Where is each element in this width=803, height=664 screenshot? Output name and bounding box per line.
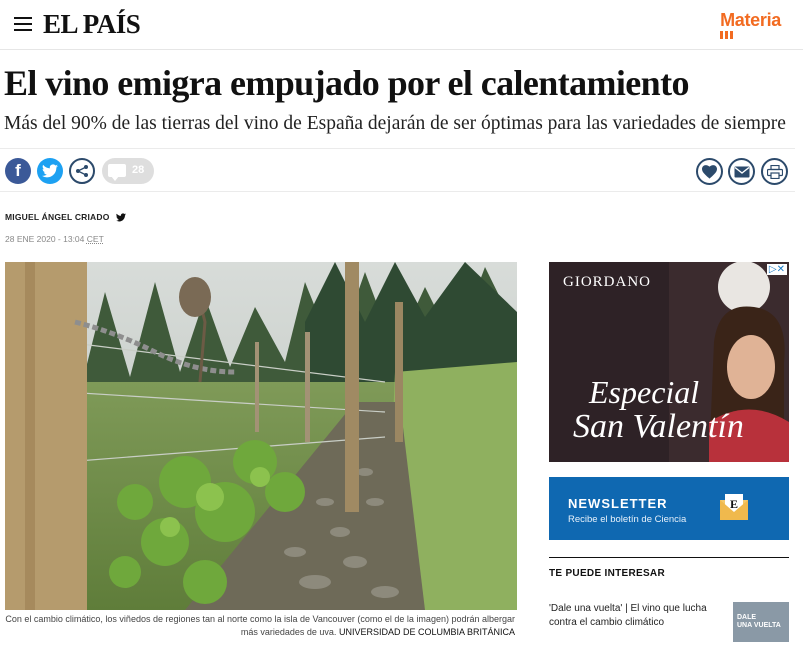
print-icon: [766, 164, 783, 179]
photo-credit: UNIVERSIDAD DE COLUMBIA BRITÁNICA: [338, 627, 515, 637]
author-name[interactable]: MIGUEL ÁNGEL CRIADO: [5, 212, 110, 222]
print-button[interactable]: [761, 158, 788, 185]
site-header: EL PAÍS Materia: [0, 0, 803, 50]
thumb-label-1: DALE: [737, 614, 757, 621]
ad-headline-line1: Especial: [589, 374, 700, 410]
save-favorite-button[interactable]: [696, 158, 723, 185]
article-subtitle: Más del 90% de las tierras del vino de E…: [4, 113, 786, 134]
facebook-icon: f: [15, 161, 21, 180]
comments-button[interactable]: 28: [102, 158, 154, 184]
publish-date: 28 ENE 2020 - 13:04 CET: [5, 234, 104, 244]
newsletter-banner[interactable]: NEWSLETTER Recibe el boletín de Ciencia …: [549, 477, 789, 540]
ad-headline-line2: San Valentín: [573, 408, 744, 445]
article-title: El vino emigra empujado por el calentami…: [4, 63, 689, 103]
comment-count: 28: [132, 164, 145, 176]
share-button[interactable]: [69, 158, 95, 184]
twitter-icon: [42, 164, 58, 178]
site-logo[interactable]: EL PAÍS: [43, 9, 141, 40]
share-bar: f 28: [0, 148, 795, 192]
section-logo[interactable]: Materia: [720, 10, 781, 39]
ad-brand: GIORDANO: [563, 274, 651, 290]
publish-date-text: 28 ENE 2020 - 13:04: [5, 234, 85, 244]
envelope-icon: E: [720, 494, 748, 520]
section-logo-bars: [720, 31, 734, 39]
related-heading: TE PUEDE INTERESAR: [549, 568, 665, 579]
thumb-label-2: UNA VUELTA: [737, 622, 781, 629]
vineyard-image: [5, 262, 517, 610]
photo-caption: Con el cambio climático, los viñedos de …: [5, 613, 517, 639]
menu-icon[interactable]: [14, 17, 32, 31]
article-photo: [5, 262, 517, 610]
svg-text:E: E: [730, 497, 738, 511]
section-divider: [549, 557, 789, 558]
twitter-icon[interactable]: [115, 212, 126, 222]
related-item-thumbnail: DALE UNA VUELTA: [733, 602, 789, 642]
advertisement[interactable]: GIORDANO Especial San Valentín ▷✕: [549, 262, 789, 462]
timezone: CET: [86, 234, 104, 244]
email-share-button[interactable]: [728, 158, 755, 185]
related-item[interactable]: 'Dale una vuelta' | El vino que lucha co…: [549, 602, 789, 642]
share-icon: [76, 165, 88, 177]
heart-icon: [702, 164, 717, 179]
twitter-share-button[interactable]: [37, 158, 63, 184]
mail-icon: [734, 166, 749, 177]
newsletter-subtitle: Recibe el boletín de Ciencia: [568, 514, 687, 525]
author-byline: MIGUEL ÁNGEL CRIADO: [5, 212, 126, 222]
related-item-title: 'Dale una vuelta' | El vino que lucha co…: [549, 603, 707, 628]
comment-icon: [108, 164, 126, 181]
facebook-share-button[interactable]: f: [5, 158, 31, 184]
newsletter-title: NEWSLETTER: [568, 496, 668, 511]
ad-close-icon[interactable]: ▷✕: [766, 264, 787, 275]
section-logo-text: Materia: [720, 10, 781, 30]
